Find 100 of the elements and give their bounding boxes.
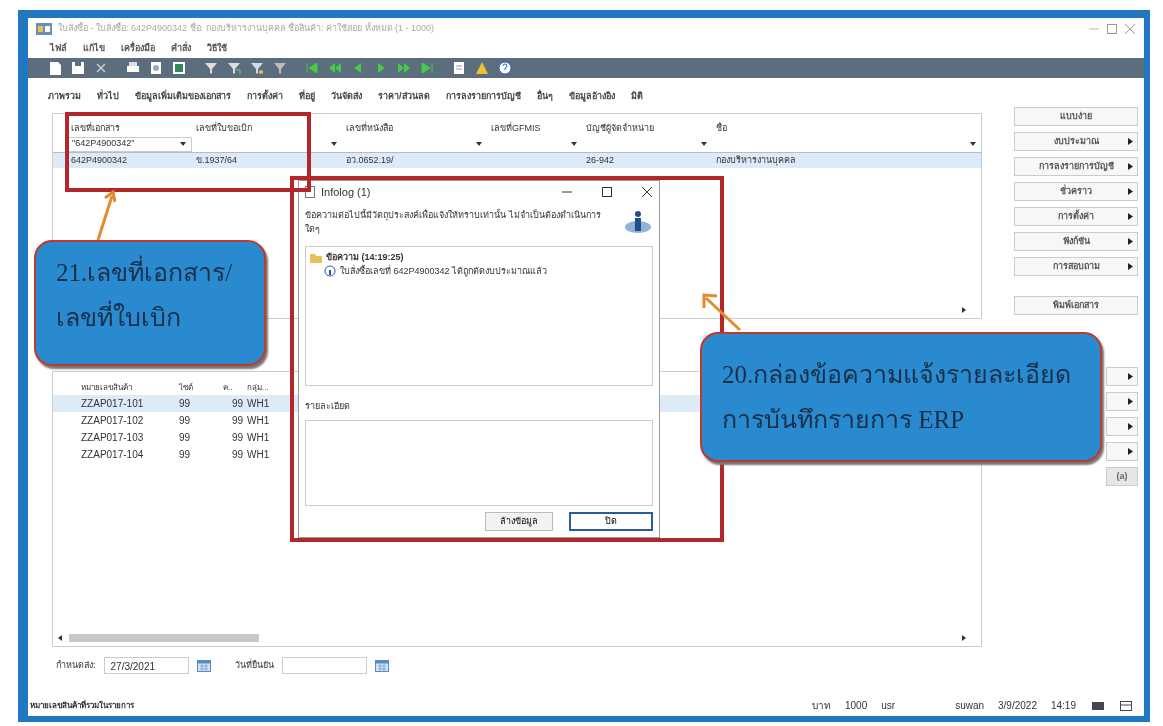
field-group-link[interactable]: ทั่วไป — [97, 89, 119, 103]
table-row[interactable]: 642P4900342 ข.1937/64 อว.0652.19/ 26-942 กองบริหารงานบุคคล — [53, 151, 981, 168]
print-icon[interactable] — [126, 60, 140, 75]
dropdown-icon[interactable] — [330, 140, 338, 148]
side-menu-button[interactable]: ฟังก์ชัน — [1014, 232, 1138, 251]
side-menu-button[interactable]: งบประมาณ — [1014, 132, 1138, 151]
menu-item[interactable]: เครื่องมือ — [121, 42, 155, 56]
keyboard-icon[interactable] — [1092, 700, 1104, 711]
menu-item[interactable]: คำสั่ง — [171, 42, 191, 56]
column-header[interactable]: เลขที่หนังสือ — [342, 121, 487, 137]
table-cell-text: ZZAP017-103 — [80, 431, 145, 445]
side-menu-button[interactable] — [1106, 367, 1138, 386]
folder-icon — [310, 252, 322, 263]
submenu-arrow-icon — [1128, 138, 1133, 145]
side-menu-button[interactable] — [1106, 417, 1138, 436]
scroll-right-icon[interactable] — [961, 306, 967, 314]
table-cell: ข.1937/64 — [196, 154, 238, 165]
last-record-icon[interactable] — [420, 60, 434, 75]
column-header[interactable]: ชื่อ — [712, 121, 981, 137]
filter-icon[interactable] — [250, 60, 264, 75]
dialog-title: Infolog (1) — [321, 184, 372, 200]
side-menu-button[interactable] — [1106, 392, 1138, 411]
callout-text: 20.กล่องข้อความแจ้งรายละเอียด — [722, 360, 1072, 390]
scroll-left-icon[interactable] — [57, 634, 63, 642]
scroll-right-icon[interactable] — [961, 634, 967, 642]
dropdown-icon[interactable] — [570, 140, 578, 148]
menu-item[interactable]: ไฟล์ — [50, 42, 67, 56]
column-header[interactable]: เลขที่ใบขอเบิก — [192, 121, 342, 137]
submenu-arrow-icon — [1128, 448, 1133, 455]
table-cell-text: ZZAP017-102 — [80, 414, 145, 428]
table-cell-text: ZZAP017-101 — [80, 397, 145, 411]
previous-page-icon[interactable] — [328, 60, 342, 75]
table-cell-text: 99 — [230, 431, 244, 445]
filter-field[interactable]: "642P4900342" — [67, 136, 192, 152]
field-group-link[interactable]: ภาพรวม — [48, 89, 81, 103]
filter-icon[interactable] — [204, 60, 218, 75]
column-header[interactable]: หมายเลขสินค้า — [79, 381, 177, 395]
column-header[interactable]: บัญชีผู้จัดจำหน่าย — [582, 121, 712, 137]
side-menu-button[interactable]: แบบง่าย — [1014, 107, 1138, 126]
document-icon[interactable] — [48, 60, 62, 75]
next-page-icon[interactable] — [397, 60, 411, 75]
tree-item[interactable]: ใบสั่งซื้อเลขที่ 642P4900342 ได้ถูกตัดงบประมาณแล้ว — [340, 264, 548, 278]
scrollbar-thumb[interactable] — [69, 634, 259, 642]
side-menu-button[interactable]: พิมพ์เอกสาร — [1014, 296, 1138, 315]
side-menu-button[interactable]: การตั้งค่า — [1014, 207, 1138, 226]
app-icon — [36, 23, 52, 35]
field-label: กำหนดส่ง: — [56, 658, 96, 672]
calendar-icon[interactable] — [374, 659, 389, 672]
submenu-arrow-icon — [1128, 398, 1133, 405]
spreadsheet-icon[interactable] — [172, 60, 186, 75]
note-icon[interactable] — [452, 60, 466, 75]
help-icon[interactable] — [498, 60, 512, 75]
side-menu-button[interactable]: การลงรายการบัญชี — [1014, 157, 1138, 176]
table-cell: กองบริหารงานบุคคล — [716, 154, 796, 165]
column-header[interactable]: เลขที่GFMIS — [487, 121, 582, 137]
field-group-link[interactable]: อื่นๆ — [536, 89, 553, 103]
side-menu-button[interactable] — [1106, 442, 1138, 461]
calendar-icon[interactable] — [196, 659, 211, 672]
status-message: หมายเลขสินค้าที่รวมในรายการ — [30, 699, 134, 712]
maximize-icon[interactable] — [601, 186, 613, 198]
status-field: suwan — [955, 698, 985, 713]
dropdown-icon[interactable] — [179, 140, 187, 148]
table-cell-text: 99 — [178, 448, 192, 462]
dropdown-icon[interactable] — [700, 140, 708, 148]
column-header[interactable]: ไซต์ — [177, 381, 221, 395]
menu-item[interactable]: วิธีใช้ — [207, 42, 227, 56]
table-cell-text: WH1 — [246, 448, 271, 462]
save-icon[interactable] — [71, 60, 85, 75]
warning-icon[interactable] — [475, 60, 489, 75]
date-field[interactable]: 27/3/2021 — [103, 657, 189, 674]
table-cell-text: WH1 — [246, 414, 271, 428]
filter-icon[interactable] — [227, 60, 241, 75]
dropdown-icon[interactable] — [475, 140, 483, 148]
column-header[interactable]: ค.. — [221, 381, 245, 395]
first-record-icon[interactable] — [305, 60, 319, 75]
side-menu-button[interactable]: ชั่วคราว — [1014, 182, 1138, 201]
field-group-link[interactable]: การตั้งค่า — [247, 89, 283, 103]
side-menu-button[interactable]: การสอบถาม — [1014, 257, 1138, 276]
field-group-link[interactable]: มิติ — [630, 89, 643, 103]
column-header[interactable]: เลขที่เอกสาร — [67, 121, 192, 137]
field-group-link[interactable]: วันจัดส่ง — [331, 89, 362, 103]
field-group-link[interactable]: ข้อมูลเพิ่มเติมของเอกสาร — [135, 89, 231, 103]
field-group-link[interactable]: ราคา/ส่วนลด — [378, 89, 430, 103]
dropdown-icon[interactable] — [969, 140, 977, 148]
database-icon[interactable] — [1120, 700, 1132, 711]
field-group-link[interactable]: การลงรายการบัญชี — [445, 89, 521, 103]
preview-icon[interactable] — [149, 60, 163, 75]
date-field[interactable] — [281, 657, 367, 674]
dialog-button[interactable]: ปิด — [569, 511, 653, 531]
details-field[interactable] — [305, 419, 653, 506]
dialog-button[interactable]: ล้างข้อมูล — [485, 511, 553, 531]
tree-item[interactable]: ข้อความ (14:19:25) — [326, 251, 404, 265]
filter-value: "642P4900342" — [72, 137, 135, 151]
field-label: รายละเอียด — [305, 400, 351, 413]
submenu-arrow-icon — [1128, 263, 1133, 270]
field-group-link[interactable]: ที่อยู่ — [299, 89, 315, 103]
field-group-link[interactable]: ข้อมูลอ้างอิง — [568, 89, 615, 103]
menu-item[interactable]: แก้ไข — [83, 42, 105, 56]
close-icon[interactable] — [641, 186, 653, 198]
filter-icon[interactable] — [273, 60, 287, 75]
